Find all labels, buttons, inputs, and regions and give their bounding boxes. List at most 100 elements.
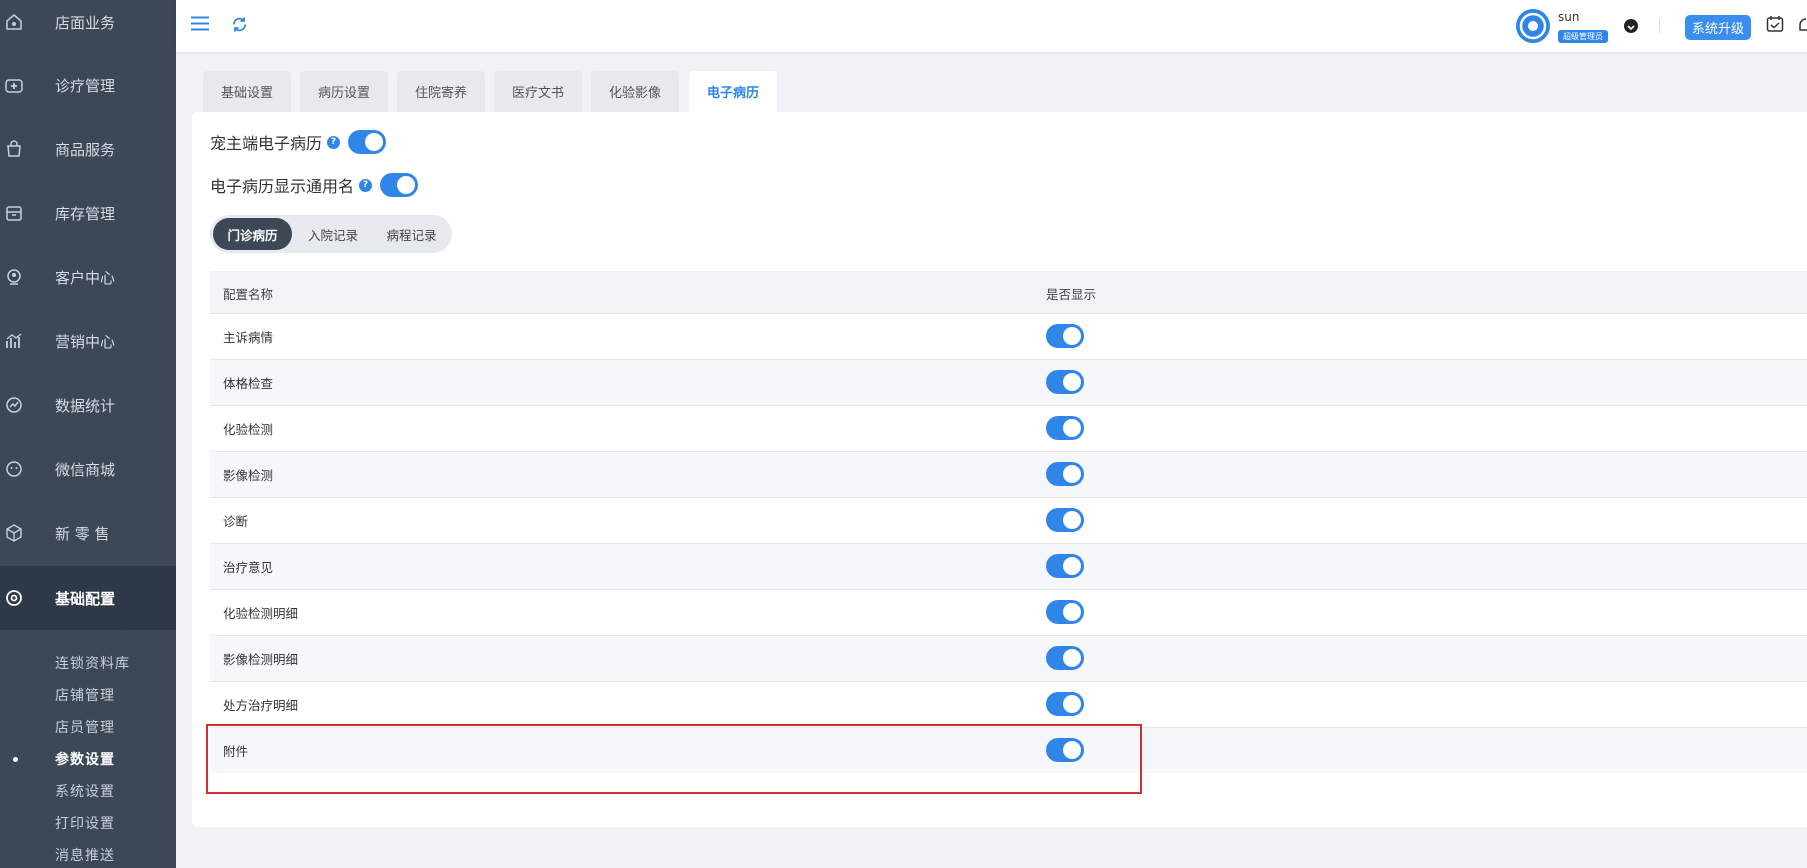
submenu-item[interactable]: 连锁资料库 — [55, 653, 130, 673]
sidebar-item-store[interactable]: 店面业务 — [0, 0, 176, 54]
calendar-icon[interactable] — [1766, 15, 1784, 33]
bell-icon[interactable] — [1797, 15, 1807, 35]
table-row: 影像检测明细 — [210, 635, 1807, 681]
row-display-toggle[interactable] — [1046, 324, 1084, 348]
row-display-toggle[interactable] — [1046, 554, 1084, 578]
refresh-icon[interactable] — [231, 16, 248, 33]
tab-emr[interactable]: 电子病历 — [689, 71, 777, 112]
avatar-logo-icon — [1519, 12, 1547, 40]
row-config-name: 诊断 — [223, 514, 249, 529]
content-panel: 宠主端电子病历 ? 电子病历显示通用名 ? 门诊病历 入院记录 病程记录 配置名… — [192, 112, 1807, 827]
row-config-name: 化验检测 — [223, 422, 274, 437]
table-row: 影像检测 — [210, 451, 1807, 497]
row-display-toggle[interactable] — [1046, 692, 1084, 716]
tab-lab-imaging[interactable]: 化验影像 — [591, 71, 679, 112]
row-config-name: 影像检测 — [223, 468, 274, 483]
sidebar-item-marketing[interactable]: 营销中心 — [0, 309, 176, 373]
setting-label: 电子病历显示通用名 — [210, 177, 355, 196]
row-config-name: 处方治疗明细 — [223, 698, 299, 713]
row-config-name: 主诉病情 — [223, 330, 274, 345]
shopping-bag-icon — [7, 140, 21, 157]
tab-record-settings[interactable]: 病历设置 — [300, 71, 388, 112]
row-display-toggle[interactable] — [1046, 370, 1084, 394]
help-icon[interactable]: ? — [327, 135, 341, 149]
system-upgrade-button[interactable]: 系统升级 — [1685, 15, 1752, 40]
sidebar-item-label: 店面业务 — [55, 13, 116, 32]
sidebar-item-new-retail[interactable]: 新 零 售 — [0, 501, 176, 565]
sidebar-item-label: 商品服务 — [55, 140, 116, 159]
sidebar-item-inventory[interactable]: 库存管理 — [0, 181, 176, 245]
sidebar-item-medical[interactable]: 诊疗管理 — [0, 53, 176, 117]
sidebar-item-goods[interactable]: 商品服务 — [0, 117, 176, 181]
submenu-item[interactable]: 店员管理 — [55, 717, 115, 737]
sidebar-item-label: 微信商城 — [55, 460, 116, 479]
submenu-item-active[interactable]: 参数设置 — [55, 749, 115, 769]
wechat-icon — [6, 461, 22, 477]
row-display-toggle[interactable] — [1046, 600, 1084, 624]
table-row: 诊断 — [210, 497, 1807, 543]
tab-basic-settings[interactable]: 基础设置 — [203, 71, 291, 112]
sidebar-submenu: 连锁资料库 店铺管理 店员管理 参数设置 系统设置 打印设置 消息推送 — [0, 630, 176, 868]
sidebar: 店面业务 诊疗管理 商品服务 库存管理 客户中心 营销中心 数据统计 微信商城 … — [0, 0, 176, 868]
emr-generic-name-toggle[interactable] — [380, 173, 419, 197]
sidebar-item-customer[interactable]: 客户中心 — [0, 245, 176, 309]
sidebar-item-label: 基础配置 — [55, 589, 116, 608]
tab-hospitalization[interactable]: 住院寄养 — [397, 71, 485, 112]
submenu-item[interactable]: 系统设置 — [55, 781, 115, 801]
sidebar-item-label: 库存管理 — [55, 204, 116, 223]
owner-emr-toggle[interactable] — [348, 130, 387, 154]
statistics-icon — [6, 397, 22, 413]
header-divider — [1659, 19, 1660, 33]
row-config-name: 影像检测明细 — [223, 652, 299, 667]
cube-icon — [6, 524, 22, 542]
setting-owner-emr: 宠主端电子病历 ? — [210, 130, 387, 154]
segment-progress[interactable]: 病程记录 — [374, 218, 449, 250]
segment-admission[interactable]: 入院记录 — [296, 218, 370, 250]
menu-icon[interactable] — [191, 16, 209, 31]
row-config-name: 化验检测明细 — [223, 606, 299, 621]
submenu-item[interactable]: 消息推送 — [55, 845, 115, 865]
username: sun — [1558, 10, 1580, 24]
gear-icon — [6, 590, 22, 606]
row-display-toggle[interactable] — [1046, 416, 1084, 440]
row-display-toggle[interactable] — [1046, 462, 1084, 486]
table-row: 化验检测 — [210, 405, 1807, 451]
inventory-box-icon — [6, 206, 22, 221]
table-row: 处方治疗明细 — [210, 681, 1807, 727]
table-header: 配置名称 是否显示 — [210, 271, 1807, 313]
setting-emr-generic-name: 电子病历显示通用名 ? — [210, 173, 419, 197]
row-config-name: 体格检查 — [223, 376, 274, 391]
sidebar-item-label: 客户中心 — [55, 268, 116, 287]
top-header: sun 超级管理员 系统升级 — [176, 0, 1807, 52]
tab-medical-documents[interactable]: 医疗文书 — [494, 71, 582, 112]
table-row: 主诉病情 — [210, 313, 1807, 359]
column-header-show: 是否显示 — [1046, 287, 1097, 302]
submenu-item[interactable]: 打印设置 — [55, 813, 115, 833]
record-type-segment: 门诊病历 入院记录 病程记录 — [210, 215, 452, 253]
sidebar-item-basic-config[interactable]: 基础配置 — [0, 566, 176, 630]
sidebar-item-label: 新 零 售 — [55, 524, 110, 543]
customer-icon — [7, 269, 21, 285]
medical-kit-icon — [5, 79, 23, 93]
highlight-box — [206, 724, 1142, 794]
role-badge: 超级管理员 — [1558, 30, 1608, 43]
row-display-toggle[interactable] — [1046, 508, 1084, 532]
sidebar-item-wechat[interactable]: 微信商城 — [0, 437, 176, 501]
table-row: 治疗意见 — [210, 543, 1807, 589]
chevron-down-icon[interactable] — [1624, 19, 1638, 33]
row-display-toggle[interactable] — [1046, 646, 1084, 670]
sidebar-item-label: 营销中心 — [55, 332, 116, 351]
avatar[interactable] — [1516, 9, 1550, 43]
store-icon — [6, 14, 22, 30]
marketing-chart-icon — [6, 333, 22, 348]
submenu-item[interactable]: 店铺管理 — [55, 685, 115, 705]
column-header-name: 配置名称 — [223, 287, 274, 302]
sidebar-item-statistics[interactable]: 数据统计 — [0, 373, 176, 437]
table-row: 体格检查 — [210, 359, 1807, 405]
table-row: 化验检测明细 — [210, 589, 1807, 635]
sidebar-item-label: 数据统计 — [55, 396, 116, 415]
sidebar-item-label: 诊疗管理 — [55, 76, 116, 95]
help-icon[interactable]: ? — [359, 178, 373, 192]
row-config-name: 治疗意见 — [223, 560, 274, 575]
segment-outpatient[interactable]: 门诊病历 — [213, 218, 292, 250]
